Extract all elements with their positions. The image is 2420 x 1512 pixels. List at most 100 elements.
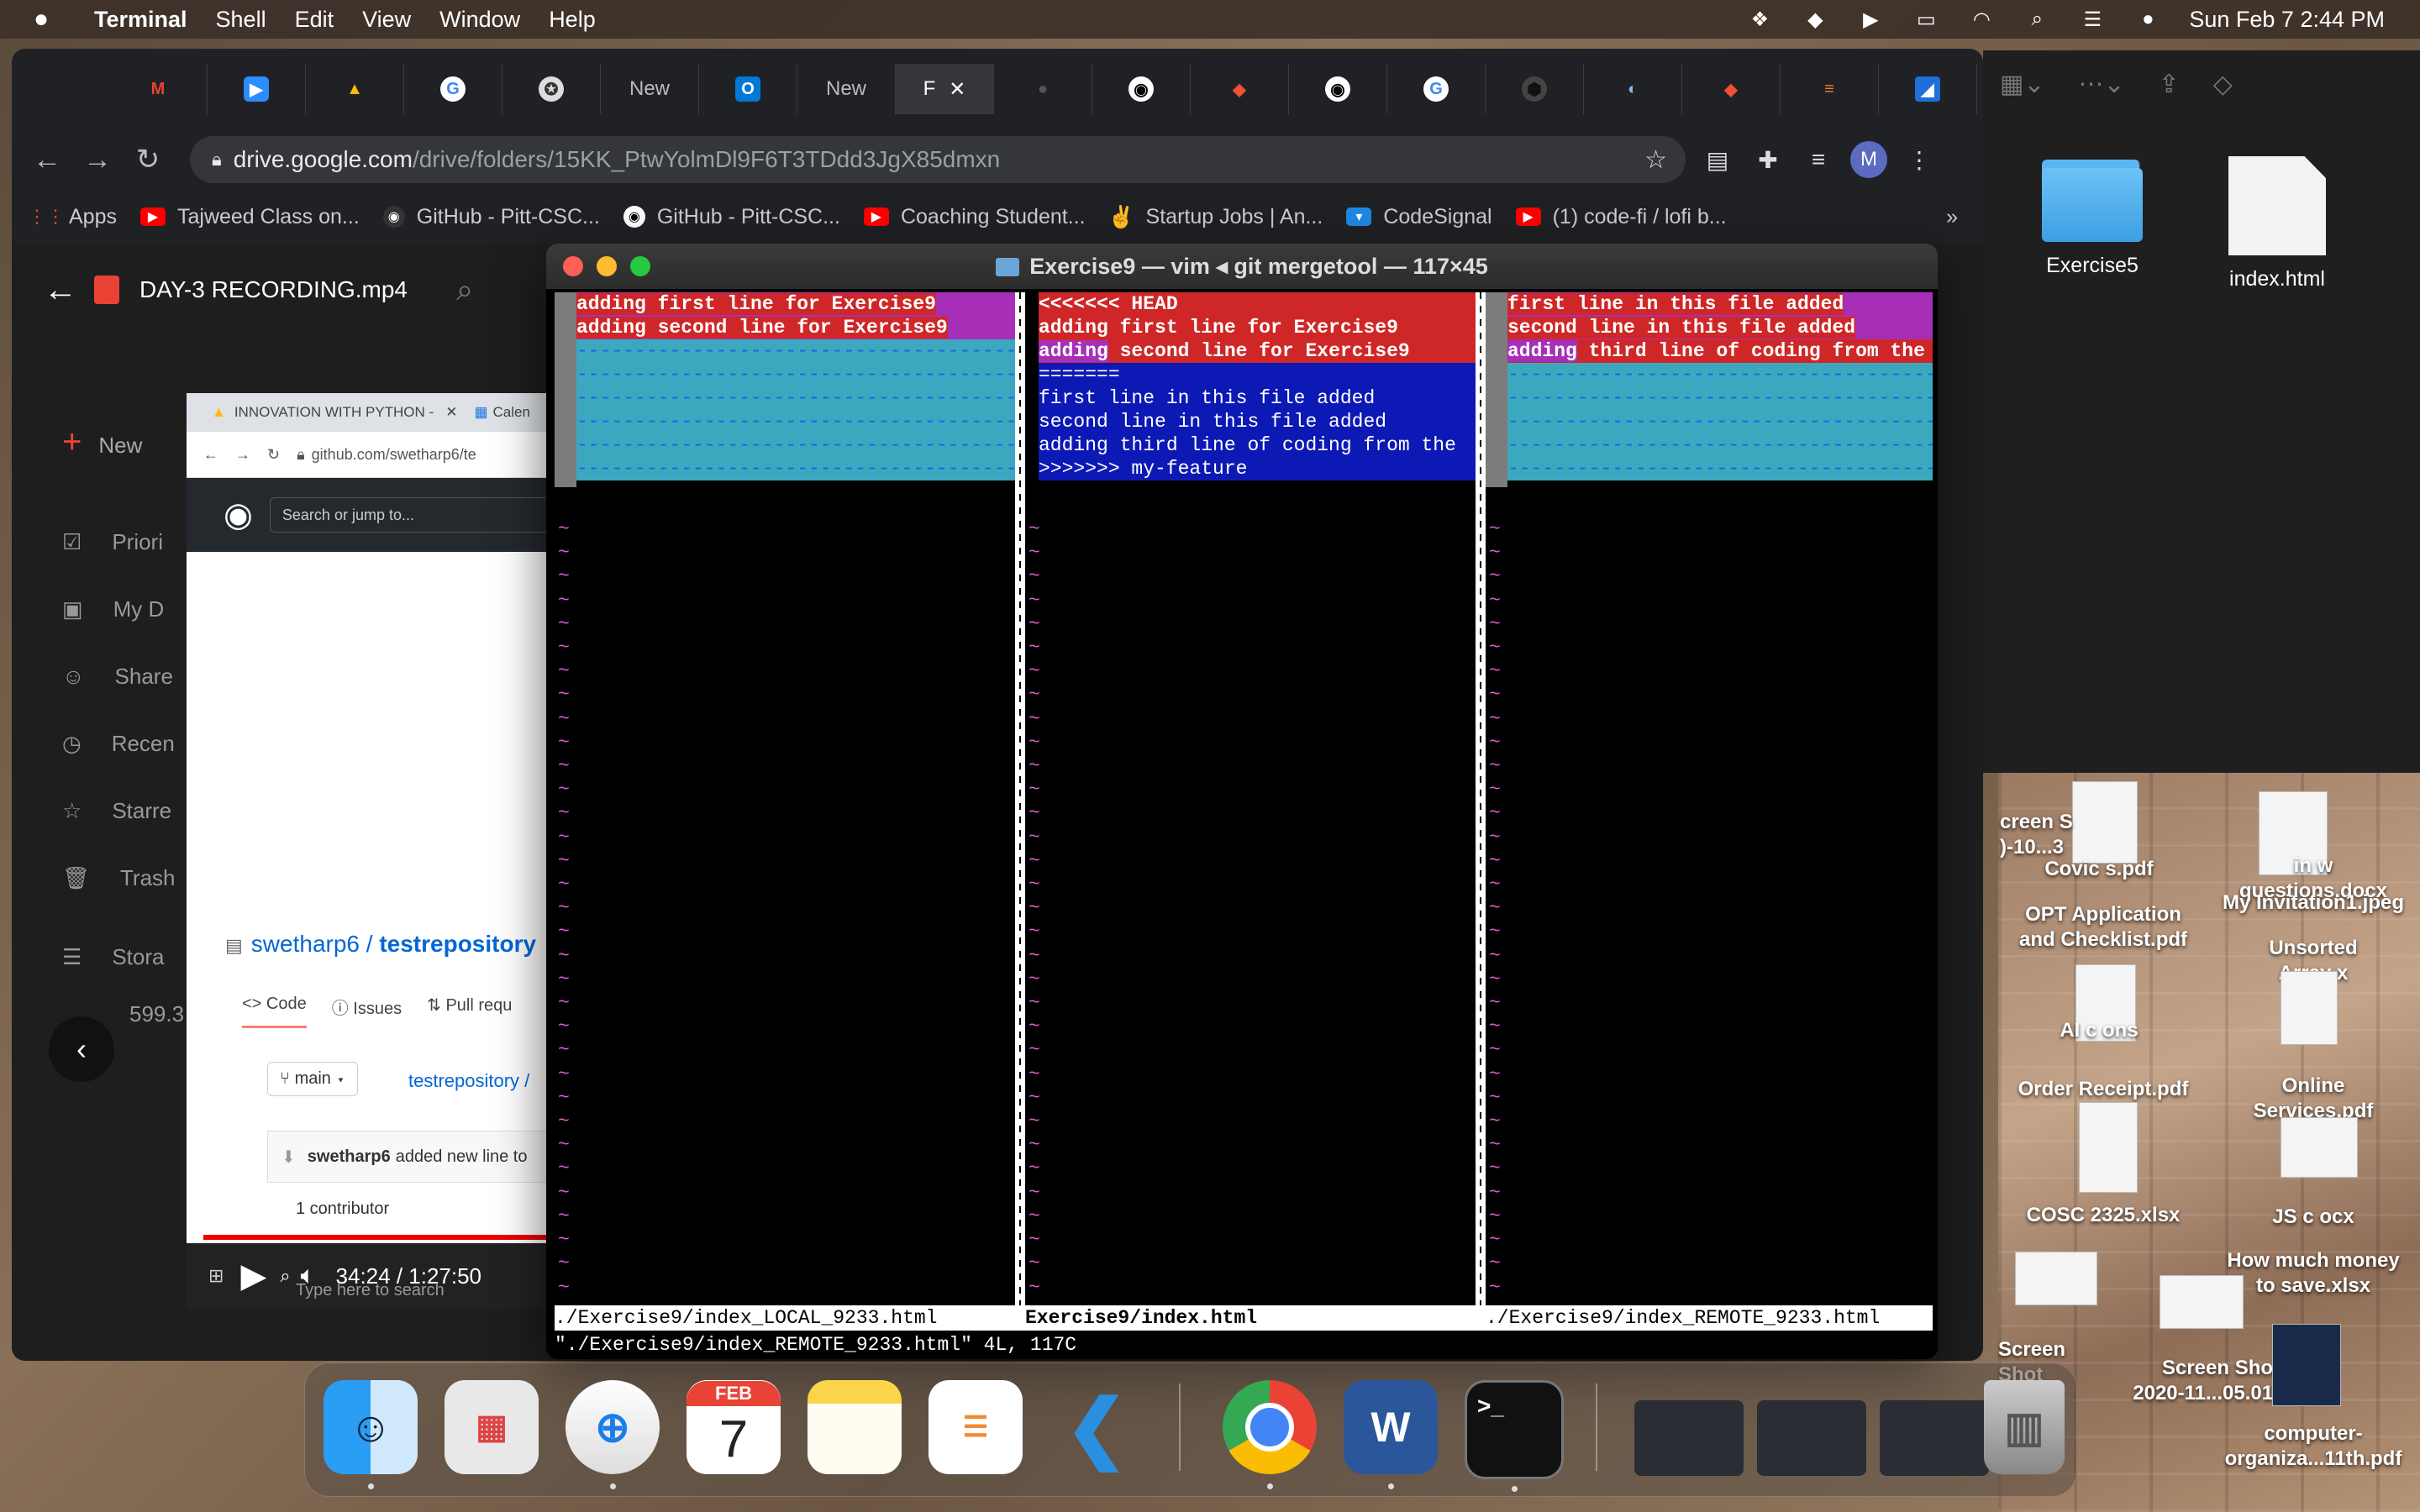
bookmark-github[interactable]: ◉ GitHub - Pitt-CSC... xyxy=(623,205,840,229)
address-bar[interactable]: 🔒︎ drive.google.com/drive/folders/15KK_P… xyxy=(190,136,1686,183)
tab-new-2[interactable]: New xyxy=(797,64,896,114)
menubar-clock[interactable]: Sun Feb 7 2:44 PM xyxy=(2189,7,2385,33)
tab-google-3[interactable]: G xyxy=(1977,64,1983,114)
menu-app-name[interactable]: Terminal xyxy=(94,7,187,33)
tab-uscis[interactable]: ✪ xyxy=(502,64,601,114)
tab-git-2[interactable]: ◆ xyxy=(1682,64,1781,114)
tab-zoom[interactable]: ▶ xyxy=(208,64,306,114)
bookmark-youtube[interactable]: ▶ (1) code-fi / lofi b... xyxy=(1515,205,1727,229)
finder-icon[interactable]: ☺ xyxy=(324,1380,418,1489)
vscode-icon[interactable]: ❮ xyxy=(1050,1380,1144,1474)
video-progress-bar[interactable] xyxy=(203,1235,556,1240)
evernote-icon[interactable]: ◆ xyxy=(1801,8,1829,31)
sidebar-item-starred[interactable]: ☆ Starre xyxy=(62,798,171,824)
chrome-icon[interactable] xyxy=(1223,1380,1317,1489)
notes-icon[interactable] xyxy=(808,1380,902,1474)
vim-mergetool[interactable]: adding first line for Exercise9 adding s… xyxy=(555,292,1933,1357)
bookmark-star-icon[interactable]: ☆ xyxy=(1644,145,1667,175)
battery-icon[interactable]: ▭ xyxy=(1912,8,1940,31)
back-arrow-icon[interactable]: ← xyxy=(44,271,94,309)
merged-pane[interactable]: <<<<<<< HEAD adding first line for Exerc… xyxy=(1025,292,1476,1305)
remote-pane[interactable]: first line in this file added second lin… xyxy=(1486,292,1933,1305)
bookmark-youtube[interactable]: ▶ Coaching Student... xyxy=(863,205,1086,229)
dropbox-icon[interactable]: ❖ xyxy=(1745,8,1774,31)
safari-icon[interactable]: ⊕ xyxy=(566,1380,660,1489)
vertical-split[interactable] xyxy=(1476,292,1486,1305)
vertical-split[interactable] xyxy=(1015,292,1025,1305)
more-actions-icon[interactable]: ⋯⌄ xyxy=(2078,70,2124,99)
document-extension-icon[interactable]: ▤ xyxy=(1699,146,1736,174)
close-tab-icon[interactable]: ✕ xyxy=(949,77,965,102)
desktop-file[interactable]: Covic s.pdf xyxy=(2015,857,2183,882)
tab-gmail[interactable]: M xyxy=(109,64,208,114)
tab-git-1[interactable]: ◆ xyxy=(1191,64,1289,114)
vim-command-line[interactable]: "./Exercise9/index_REMOTE_9233.html" 4L,… xyxy=(555,1332,1076,1357)
bookmark-startup-jobs[interactable]: ✌ Startup Jobs | An... xyxy=(1107,204,1323,229)
apple-menu-icon[interactable]: ● xyxy=(34,5,64,34)
sidebar-item-my-drive[interactable]: ▣ My D xyxy=(62,596,164,622)
tab-active[interactable]: F ✕ xyxy=(896,64,994,114)
tab-stack[interactable]: ≡ xyxy=(1781,64,1879,114)
share-icon[interactable]: ⇪ xyxy=(2159,70,2180,99)
tab-jira[interactable]: ◢ xyxy=(1879,64,1977,114)
bookmark-youtube[interactable]: ▶ Tajweed Class on... xyxy=(139,205,360,229)
desktop-file[interactable]: computer- organiza...11th.pdf xyxy=(2208,1421,2418,1472)
menu-edit[interactable]: Edit xyxy=(295,7,334,33)
calendar-icon[interactable]: FEB 7 xyxy=(687,1380,781,1474)
bookmark-apps[interactable]: ⋮⋮ Apps xyxy=(28,205,117,229)
minimized-window-thumbnail[interactable] xyxy=(1880,1400,1989,1476)
play-icon[interactable]: ▶ xyxy=(1856,8,1885,31)
sidebar-item-shared[interactable]: ☺ Share xyxy=(62,664,173,690)
finder-item-file[interactable]: index.html xyxy=(2193,156,2361,291)
spotlight-search-icon[interactable]: ⌕ xyxy=(2023,8,2051,31)
menu-window[interactable]: Window xyxy=(439,7,520,33)
kebab-menu-icon[interactable]: ⋮ xyxy=(1901,146,1938,174)
sidebar-item-trash[interactable]: 🗑︎ Trash xyxy=(62,865,176,891)
desktop-file[interactable]: Online Services.pdf xyxy=(2208,1074,2418,1124)
minimized-window-thumbnail[interactable] xyxy=(1757,1400,1866,1476)
desktop-file[interactable]: AI c ons xyxy=(2015,1018,2183,1043)
tab-coursera[interactable]: ◐ xyxy=(1584,64,1682,114)
desktop-file[interactable]: JS c ocx xyxy=(2208,1205,2418,1230)
word-icon[interactable]: W xyxy=(1344,1380,1438,1489)
play-icon[interactable]: ▶ xyxy=(240,1257,266,1295)
menu-shell[interactable]: Shell xyxy=(216,7,266,33)
tab-outlook[interactable]: O xyxy=(699,64,797,114)
wifi-icon[interactable]: ◠ xyxy=(1967,8,1996,31)
desktop-file[interactable]: OPT Application and Checklist.pdf xyxy=(1998,902,2208,953)
minimized-window-thumbnail[interactable] xyxy=(1634,1400,1744,1476)
more-bookmarks-button[interactable]: » xyxy=(1946,205,1958,229)
forward-arrow-icon[interactable]: → xyxy=(72,144,123,176)
video-player[interactable]: ▲ INNOVATION WITH PYTHON - ✕ ▦ Calen ← → ↻… xyxy=(187,393,558,1309)
launchpad-icon[interactable]: ▦ xyxy=(445,1380,539,1474)
profile-avatar[interactable]: M xyxy=(1850,141,1887,178)
tab-github-2[interactable]: ◉ xyxy=(1289,64,1387,114)
new-button[interactable]: + New xyxy=(62,423,142,461)
tab-google-2[interactable]: G xyxy=(1387,64,1486,114)
menu-help[interactable]: Help xyxy=(549,7,596,33)
menu-view[interactable]: View xyxy=(362,7,411,33)
tag-icon[interactable]: ◇ xyxy=(2213,70,2233,99)
control-center-icon[interactable]: ☰ xyxy=(2078,8,2107,31)
back-arrow-icon[interactable]: ← xyxy=(22,144,72,176)
media-queue-icon[interactable]: ≡ xyxy=(1800,146,1837,173)
tab-hex[interactable]: ⬢ xyxy=(1486,64,1584,114)
view-options-icon[interactable]: ▦⌄ xyxy=(2000,70,2044,99)
siri-icon[interactable]: ● xyxy=(2133,8,2162,31)
finder-item-folder[interactable]: Exercise5 xyxy=(2008,160,2176,278)
desktop-file[interactable]: creen S )-10...3 xyxy=(2000,810,2101,860)
previous-chevron-icon[interactable]: ‹ xyxy=(49,1016,114,1082)
search-icon[interactable]: ⌕ xyxy=(456,272,473,308)
tab-github-1[interactable]: ◉ xyxy=(1092,64,1191,114)
sidebar-item-recent[interactable]: ◷ Recen xyxy=(62,731,175,757)
terminal-icon[interactable]: >_ xyxy=(1465,1380,1564,1492)
desktop-file[interactable]: Order Receipt.pdf xyxy=(1998,1077,2208,1102)
trash-icon[interactable]: ▥ xyxy=(1984,1380,2065,1474)
sidebar-item-priority[interactable]: ☑ Priori xyxy=(62,529,163,555)
puzzle-extensions-icon[interactable]: ✚ xyxy=(1749,146,1786,174)
bookmark-github[interactable]: ◉ GitHub - Pitt-CSC... xyxy=(382,205,600,229)
bookmark-codesignal[interactable]: ▾ CodeSignal xyxy=(1346,205,1492,229)
tab-new-1[interactable]: New xyxy=(601,64,699,114)
tab-google[interactable]: G xyxy=(404,64,502,114)
tab-loading[interactable]: ● xyxy=(994,64,1092,114)
